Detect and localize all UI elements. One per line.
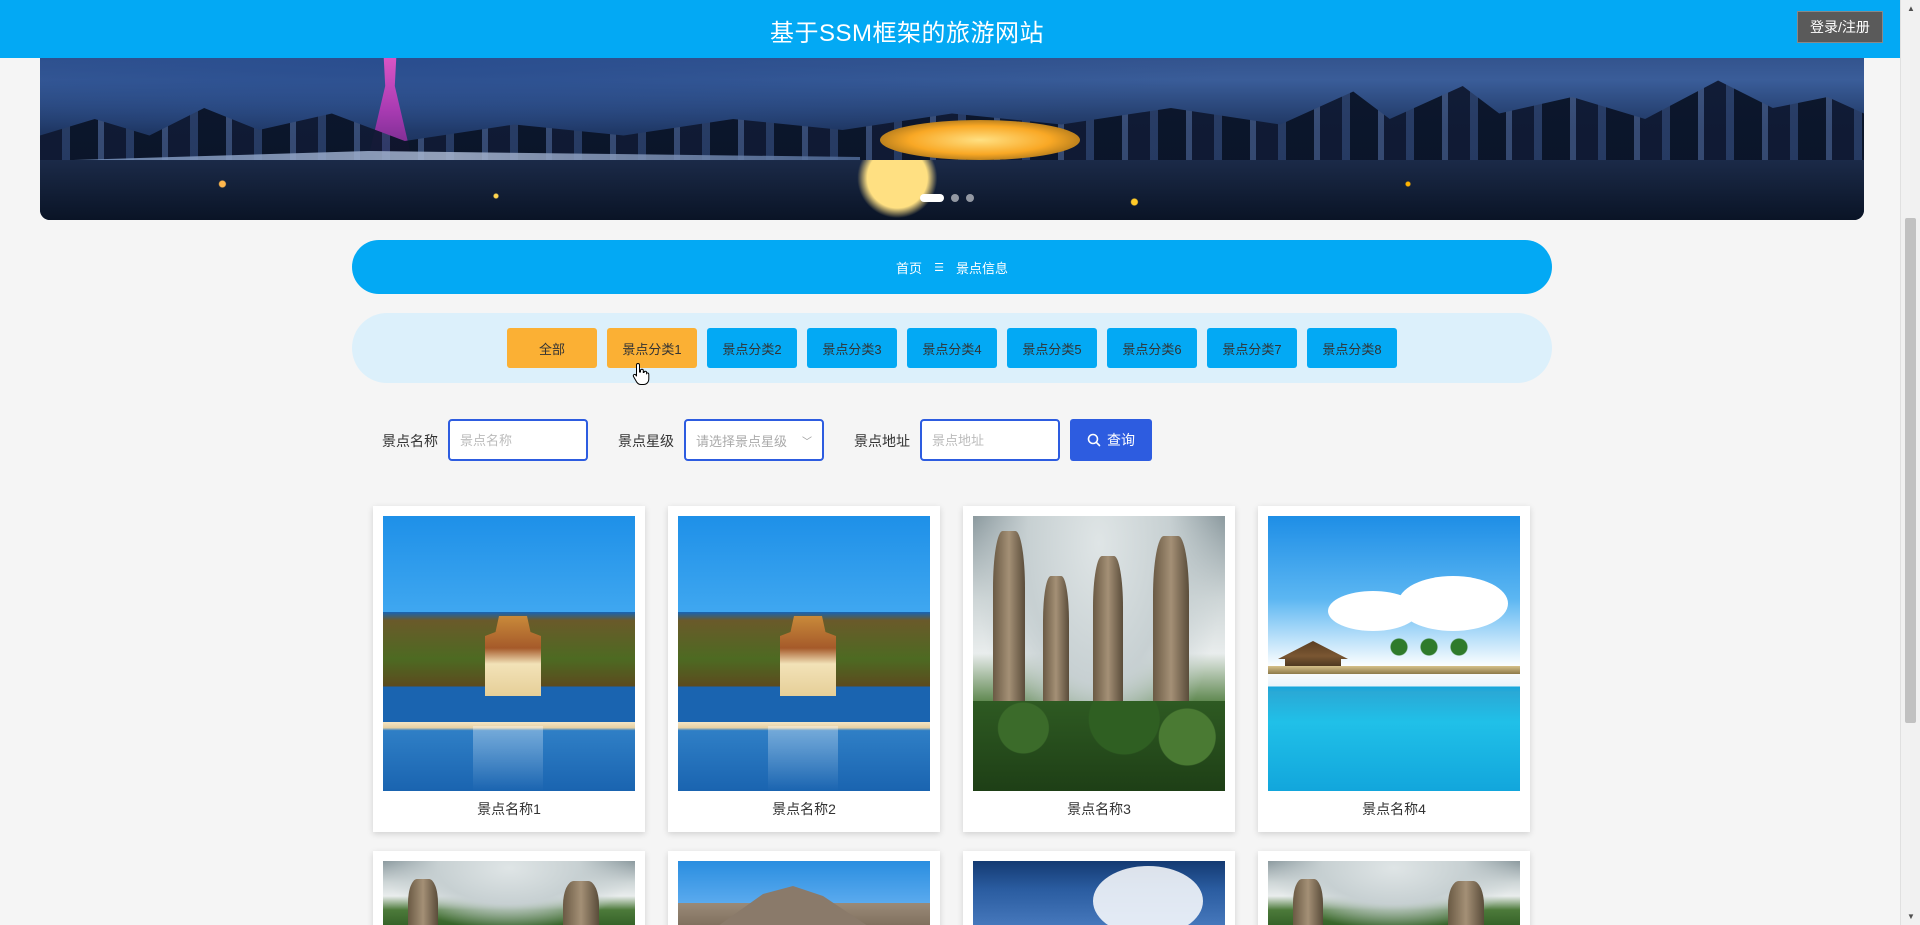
chevron-down-icon: ﹀ (802, 436, 812, 448)
scroll-down-arrow-icon[interactable]: ▼ (1901, 908, 1920, 925)
attraction-name-4[interactable]: 景点名称4 (1258, 799, 1530, 819)
water-reflection (768, 726, 838, 791)
search-rating-label: 景点星级 (618, 433, 674, 449)
carousel-dot-2[interactable] (951, 194, 959, 202)
carousel-indicators (920, 194, 974, 202)
search-name-label: 景点名称 (382, 433, 438, 449)
attraction-image-1[interactable] (383, 516, 635, 791)
attraction-image-4[interactable] (1268, 516, 1520, 791)
category-button-6[interactable]: 景点分类6 (1107, 328, 1197, 368)
attraction-card-4[interactable]: 景点名称4 (1258, 506, 1530, 832)
attraction-name-3[interactable]: 景点名称3 (963, 799, 1235, 819)
palm-tree (1388, 636, 1410, 658)
page-scrollbar[interactable]: ▲ ▼ (1900, 0, 1920, 925)
palm-tree (1418, 636, 1440, 658)
site-title: 基于SSM框架的旅游网站 (770, 20, 1045, 47)
attraction-image-5[interactable] (383, 861, 635, 925)
attraction-card-3[interactable]: 景点名称3 (963, 506, 1235, 832)
breadcrumb-separator-icon: ☰ (934, 261, 944, 274)
query-button[interactable]: 查询 (1070, 419, 1152, 461)
scroll-thumb[interactable] (1905, 218, 1916, 723)
breadcrumb-current: 景点信息 (955, 260, 1008, 276)
water-reflection (473, 726, 543, 791)
attraction-card-7[interactable] (963, 851, 1235, 925)
login-register-button[interactable]: 登录/注册 (1797, 11, 1883, 43)
rock-pillar (993, 531, 1025, 721)
attraction-card-2[interactable]: 景点名称2 (668, 506, 940, 832)
carousel-dot-3[interactable] (966, 194, 974, 202)
search-address-label: 景点地址 (854, 433, 910, 449)
palace-building (780, 616, 836, 696)
cloud (1093, 866, 1203, 925)
attraction-card-8[interactable] (1258, 851, 1530, 925)
attraction-image-8[interactable] (1268, 861, 1520, 925)
category-button-8[interactable]: 景点分类8 (1307, 328, 1397, 368)
category-button-2[interactable]: 景点分类2 (707, 328, 797, 368)
attraction-image-7[interactable] (973, 861, 1225, 925)
search-rating-select[interactable]: 请选择景点星级 ﹀ (684, 419, 824, 461)
category-button-7[interactable]: 景点分类7 (1207, 328, 1297, 368)
category-filter-bar: 全部 景点分类1 景点分类2 景点分类3 景点分类4 景点分类5 景点分类6 景… (352, 313, 1552, 383)
mountain-peak (718, 886, 868, 925)
attraction-image-3[interactable] (973, 516, 1225, 791)
search-address-input[interactable] (920, 419, 1060, 461)
rock-pillar (1448, 881, 1484, 925)
cloud (1398, 576, 1508, 631)
search-icon (1087, 433, 1101, 447)
breadcrumb-home-link[interactable]: 首页 (896, 258, 922, 277)
palace-building (485, 616, 541, 696)
category-button-1[interactable]: 景点分类1 (607, 328, 697, 368)
rock-pillar (563, 881, 599, 925)
breadcrumb: 首页 ☰ 景点信息 (352, 240, 1552, 294)
banner-stadium (880, 120, 1080, 160)
category-button-4[interactable]: 景点分类4 (907, 328, 997, 368)
search-rating-placeholder: 请选择景点星级 (696, 433, 788, 449)
category-button-all[interactable]: 全部 (507, 328, 597, 368)
top-header: 基于SSM框架的旅游网站 登录/注册 (0, 0, 1900, 58)
attraction-card-6[interactable] (668, 851, 940, 925)
banner-city-lights (40, 160, 1864, 220)
rock-pillar (408, 879, 438, 925)
search-name-input[interactable] (448, 419, 588, 461)
forest (973, 701, 1225, 791)
query-button-label: 查询 (1107, 432, 1135, 448)
attraction-card-1[interactable]: 景点名称1 (373, 506, 645, 832)
rock-pillar (1293, 879, 1323, 925)
attraction-name-1[interactable]: 景点名称1 (373, 799, 645, 819)
category-button-3[interactable]: 景点分类3 (807, 328, 897, 368)
carousel-dot-1[interactable] (920, 194, 944, 202)
attraction-image-6[interactable] (678, 861, 930, 925)
hand-pointer-cursor-icon (632, 362, 650, 385)
attraction-card-5[interactable] (373, 851, 645, 925)
attraction-image-2[interactable] (678, 516, 930, 791)
palm-tree (1448, 636, 1470, 658)
scroll-up-arrow-icon[interactable]: ▲ (1901, 0, 1920, 17)
category-button-5[interactable]: 景点分类5 (1007, 328, 1097, 368)
attraction-name-2[interactable]: 景点名称2 (668, 799, 940, 819)
shoreline (1268, 666, 1520, 674)
